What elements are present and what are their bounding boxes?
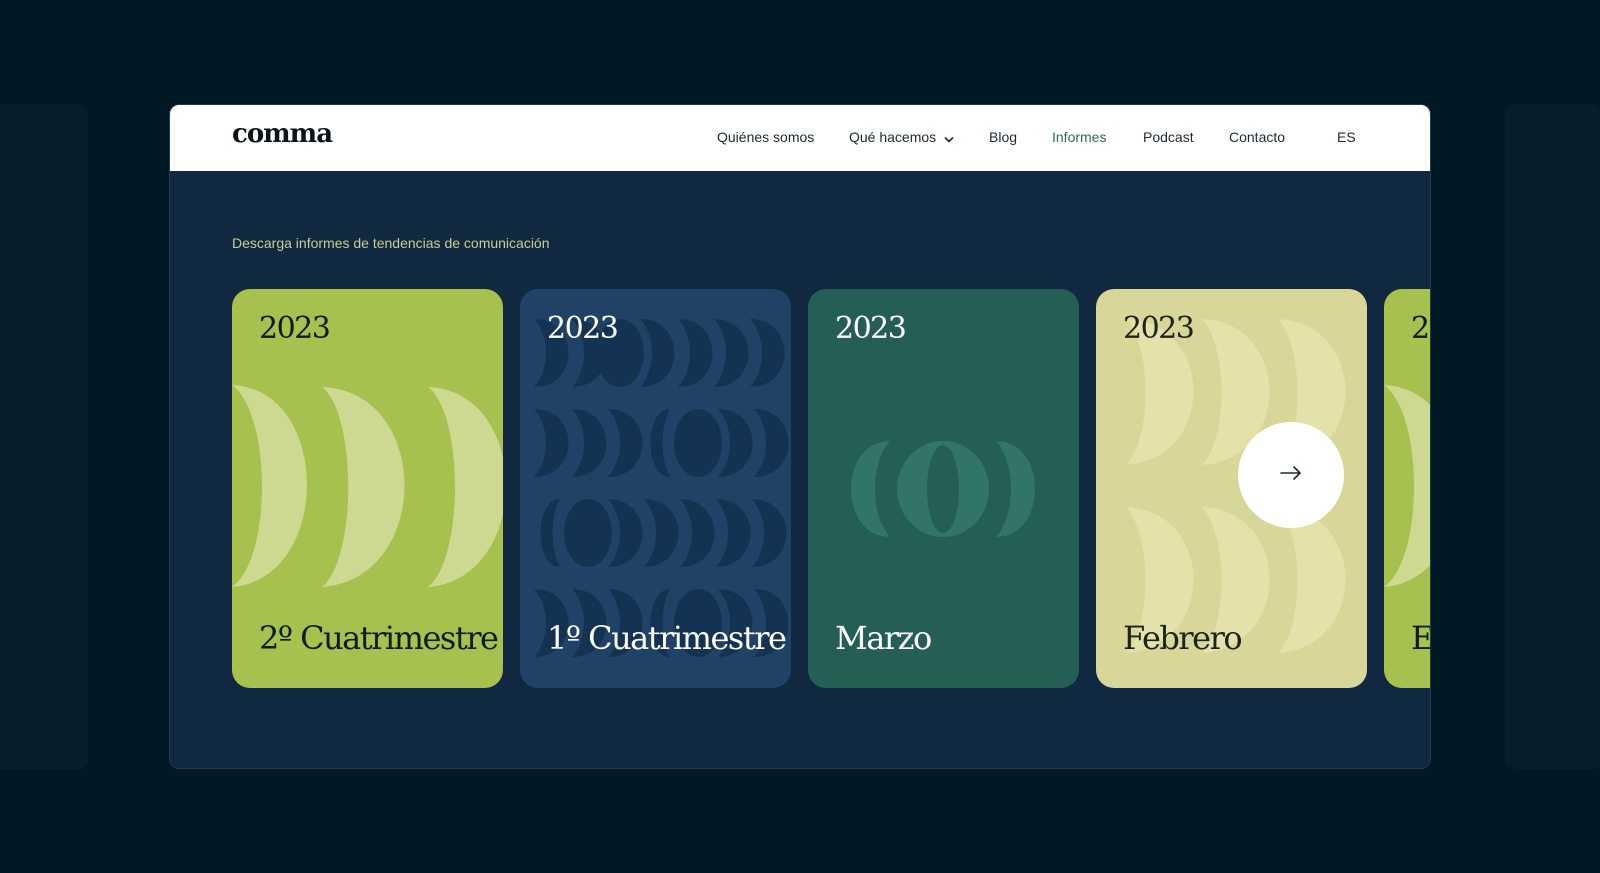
card-label: Marzo [835, 619, 932, 657]
carousel-next-button[interactable] [1238, 422, 1344, 528]
nav-item-podcast[interactable]: Podcast [1143, 129, 1194, 145]
card-label: 1º Cuatrimestre [547, 619, 787, 657]
card-year: 2023 [835, 311, 907, 346]
nav-item-informes[interactable]: Informes [1052, 129, 1106, 145]
nav-item-que-hacemos[interactable]: Qué hacemos [849, 129, 954, 146]
card-label: Febrero [1123, 619, 1243, 657]
nav-item-quienes-somos[interactable]: Quiénes somos [717, 129, 814, 145]
side-panel-left [0, 104, 88, 769]
nav-item-label: Qué hacemos [849, 129, 937, 145]
navbar: comma Quiénes somos Qué hacemos Blog Inf… [170, 105, 1430, 171]
arrow-right-icon [1280, 465, 1302, 485]
report-card-1o-cuatrimestre[interactable]: 2023 1º Cuatrimestre [520, 289, 791, 688]
card-year: 2023 [547, 311, 619, 346]
side-panel-right [1505, 104, 1600, 769]
page-subtitle: Descarga informes de tendencias de comun… [232, 235, 550, 251]
language-selector[interactable]: ES [1337, 129, 1356, 145]
report-card-partial[interactable]: 20 E [1384, 289, 1431, 688]
card-label: 2º Cuatrimestre [259, 619, 499, 657]
card-year: 20 [1411, 311, 1430, 346]
nav-item-contacto[interactable]: Contacto [1229, 129, 1285, 145]
logo[interactable]: comma [232, 119, 333, 149]
card-year: 2023 [259, 311, 331, 346]
page-frame: comma Quiénes somos Qué hacemos Blog Inf… [169, 104, 1431, 769]
card-year: 2023 [1123, 311, 1195, 346]
nav-item-blog[interactable]: Blog [989, 129, 1017, 145]
chevron-down-icon [944, 130, 954, 146]
card-label: E [1411, 619, 1431, 657]
report-card-2o-cuatrimestre[interactable]: 2023 2º Cuatrimestre [232, 289, 503, 688]
report-card-marzo[interactable]: 2023 Marzo [808, 289, 1079, 688]
